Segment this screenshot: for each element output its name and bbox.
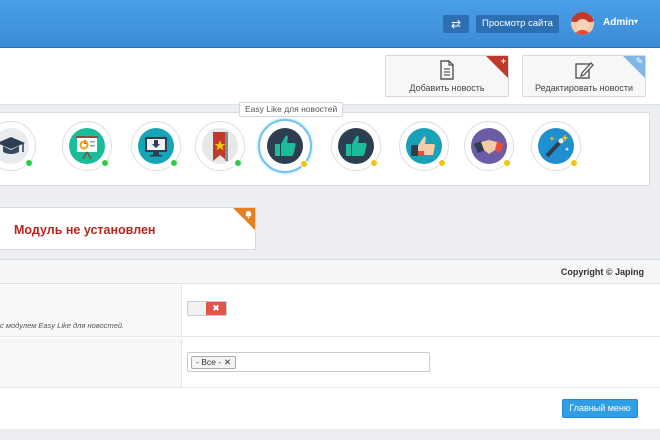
thumbs-up-icon: [346, 135, 367, 156]
add-news-label: Добавить новость: [409, 83, 485, 93]
status-dot: [503, 159, 511, 167]
settings-row-toggle: с модулем Easy Like для новостей. ✖: [0, 285, 660, 337]
settings-label-cell: [0, 338, 182, 387]
status-dot: [25, 159, 33, 167]
admin-menu-label[interactable]: Admin: [603, 17, 634, 28]
selected-tag[interactable]: - Все - ✕: [191, 356, 237, 369]
copyright-text: Copyright © Japing: [560, 267, 644, 277]
status-dot: [101, 159, 109, 167]
edit-news-label: Редактировать новости: [535, 83, 633, 93]
thumbs-up-icon: [275, 135, 296, 156]
status-dot: [234, 159, 242, 167]
pencil-icon: ✎: [635, 56, 643, 66]
avatar[interactable]: [571, 12, 594, 35]
handshake-icon: [474, 140, 504, 154]
document-icon: [440, 60, 454, 80]
graduation-cap-icon: [0, 137, 25, 154]
settings-header: Copyright © Japing: [0, 260, 660, 284]
module-presentation[interactable]: [62, 121, 112, 171]
status-dot: [170, 159, 178, 167]
setting-hint: с модулем Easy Like для новостей.: [0, 321, 125, 330]
module-bookmark[interactable]: [195, 121, 245, 171]
module-tooltip: Easy Like для новостей: [239, 102, 344, 117]
presentation-chart-icon: [76, 136, 98, 160]
module-handshake[interactable]: [464, 121, 514, 171]
add-news-button[interactable]: Добавить новость +: [385, 55, 509, 97]
hand-thumbs-up-icon: [411, 136, 435, 156]
module-easy-like[interactable]: [331, 121, 381, 171]
enable-toggle[interactable]: ✖: [187, 301, 227, 316]
view-site-button[interactable]: Просмотр сайта: [476, 15, 559, 33]
top-navbar: ⇄ Просмотр сайта Admin ▾: [0, 0, 660, 48]
module-magic[interactable]: [531, 121, 581, 171]
chevron-down-icon[interactable]: ▾: [634, 17, 638, 26]
module-status-alert: Модуль не установлен: [0, 207, 256, 250]
status-dot: [570, 159, 578, 167]
bell-icon: [245, 210, 252, 219]
bookmark-star-icon: [213, 132, 228, 161]
status-dot: [370, 159, 378, 167]
status-dot: [300, 160, 308, 168]
plus-icon: +: [500, 56, 506, 66]
selected-tag-label: - Все -: [196, 357, 222, 367]
category-select[interactable]: - Все - ✕: [187, 352, 430, 372]
settings-row-select: - Все - ✕: [0, 338, 660, 388]
settings-panel: Copyright © Japing с модулем Easy Like д…: [0, 259, 660, 429]
remove-tag-icon[interactable]: ✕: [224, 357, 231, 367]
download-monitor-icon: [145, 137, 167, 157]
close-icon: ✖: [206, 302, 226, 315]
page-header: Добавить новость + Редактировать новости…: [0, 48, 660, 105]
module-easy-like-selected[interactable]: [258, 119, 312, 173]
main-menu-button[interactable]: Главный меню: [562, 399, 638, 418]
status-dot: [438, 159, 446, 167]
edit-news-button[interactable]: Редактировать новости ✎: [522, 55, 646, 97]
module-download[interactable]: [131, 121, 181, 171]
swap-icon[interactable]: ⇄: [443, 15, 469, 33]
edit-icon: [575, 62, 594, 79]
module-like-hand[interactable]: [399, 121, 449, 171]
settings-label-cell: с модулем Easy Like для новостей.: [0, 285, 182, 336]
alert-message: Модуль не установлен: [14, 223, 156, 237]
magic-wand-icon: [545, 134, 570, 158]
